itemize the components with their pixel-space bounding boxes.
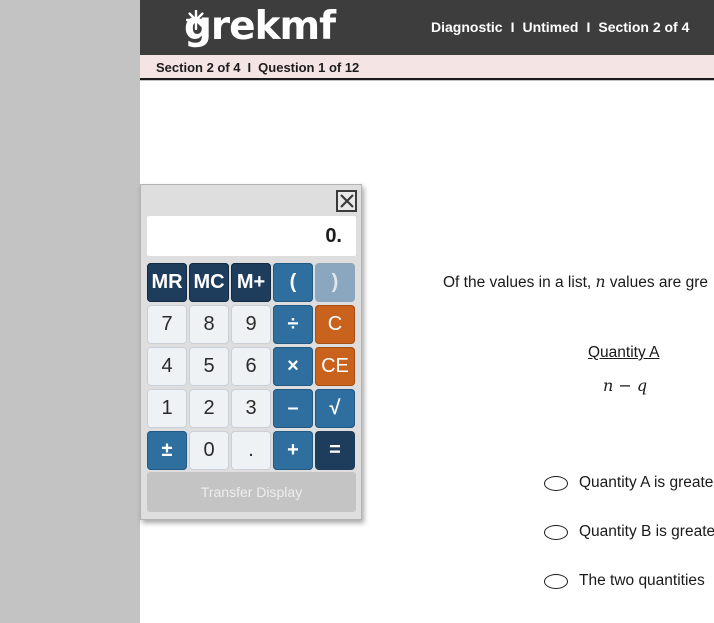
digit-3-button[interactable]: 3 xyxy=(231,389,271,428)
transfer-display-button[interactable]: Transfer Display xyxy=(147,472,356,512)
multiply-button[interactable]: × xyxy=(273,347,313,386)
clear-entry-button[interactable]: CE xyxy=(315,347,355,386)
digit-0-button[interactable]: 0 xyxy=(189,431,229,470)
radio-button-icon[interactable] xyxy=(544,475,568,491)
quantity-a-expression: n − q xyxy=(603,376,648,395)
add-button[interactable]: + xyxy=(273,431,313,470)
timing-label: Untimed xyxy=(522,19,579,35)
question-text-suffix: values are gre xyxy=(605,274,709,291)
memory-recall-button[interactable]: MR xyxy=(147,263,187,302)
answer-option-label: Quantity B is greate xyxy=(579,523,714,540)
answer-option-c[interactable]: The two quantities xyxy=(544,570,705,592)
subheader-section: Section 2 of 4 xyxy=(156,60,241,75)
question-variable: n xyxy=(595,273,606,291)
logo-text: grekmf xyxy=(184,4,336,49)
clear-button[interactable]: C xyxy=(315,305,355,344)
subheader-separator: I xyxy=(247,60,252,75)
logo-star-icon xyxy=(186,10,206,30)
quantity-a-heading: Quantity A xyxy=(588,344,660,361)
memory-add-button[interactable]: M+ xyxy=(231,263,271,302)
calculator-close-button[interactable] xyxy=(336,190,357,212)
section-label: Section 2 of 4 xyxy=(598,19,690,35)
nav-separator: I xyxy=(586,19,591,35)
answer-option-label: The two quantities xyxy=(579,572,705,589)
exam-mode-label: Diagnostic xyxy=(431,19,503,35)
digit-1-button[interactable]: 1 xyxy=(147,389,187,428)
digit-6-button[interactable]: 6 xyxy=(231,347,271,386)
question-text-prefix: Of the values in a list, xyxy=(443,274,596,291)
question-subheader: Section 2 of 4 I Question 1 of 12 xyxy=(140,55,714,80)
digit-4-button[interactable]: 4 xyxy=(147,347,187,386)
calculator-panel[interactable]: 0. MR MC M+ ( ) 7 8 9 ÷ C 4 5 6 × CE 1 2… xyxy=(140,184,362,520)
subtract-button[interactable]: – xyxy=(273,389,313,428)
equals-button[interactable]: = xyxy=(315,431,355,470)
question-progress: Section 2 of 4 I Question 1 of 12 xyxy=(156,60,359,75)
left-gutter xyxy=(0,0,140,623)
question-stem: Of the values in a list, n values are gr… xyxy=(443,273,708,292)
answer-option-b[interactable]: Quantity B is greate xyxy=(544,521,714,543)
square-root-button[interactable]: √ xyxy=(315,389,355,428)
divide-button[interactable]: ÷ xyxy=(273,305,313,344)
radio-button-icon[interactable] xyxy=(544,524,568,540)
radio-button-icon[interactable] xyxy=(544,573,568,589)
nav-separator: I xyxy=(510,19,515,35)
decimal-button[interactable]: . xyxy=(231,431,271,470)
plus-minus-button[interactable]: ± xyxy=(147,431,187,470)
digit-9-button[interactable]: 9 xyxy=(231,305,271,344)
exam-info-nav: Diagnostic I Untimed I Section 2 of 4 xyxy=(431,19,689,35)
answer-option-a[interactable]: Quantity A is greate xyxy=(544,472,713,494)
memory-clear-button[interactable]: MC xyxy=(189,263,229,302)
answer-option-label: Quantity A is greate xyxy=(579,474,714,491)
brand-logo: grekmf xyxy=(162,4,336,50)
open-paren-button[interactable]: ( xyxy=(273,263,313,302)
subheader-question: Question 1 of 12 xyxy=(258,60,360,75)
digit-5-button[interactable]: 5 xyxy=(189,347,229,386)
digit-2-button[interactable]: 2 xyxy=(189,389,229,428)
calculator-display: 0. xyxy=(147,216,356,256)
calculator-display-value: 0. xyxy=(325,225,342,247)
digit-8-button[interactable]: 8 xyxy=(189,305,229,344)
digit-7-button[interactable]: 7 xyxy=(147,305,187,344)
top-header-bar: grekmf Diagnostic I Untimed I Section 2 of 4 xyxy=(140,0,714,55)
close-paren-button[interactable]: ) xyxy=(315,263,355,302)
close-icon xyxy=(339,194,354,208)
